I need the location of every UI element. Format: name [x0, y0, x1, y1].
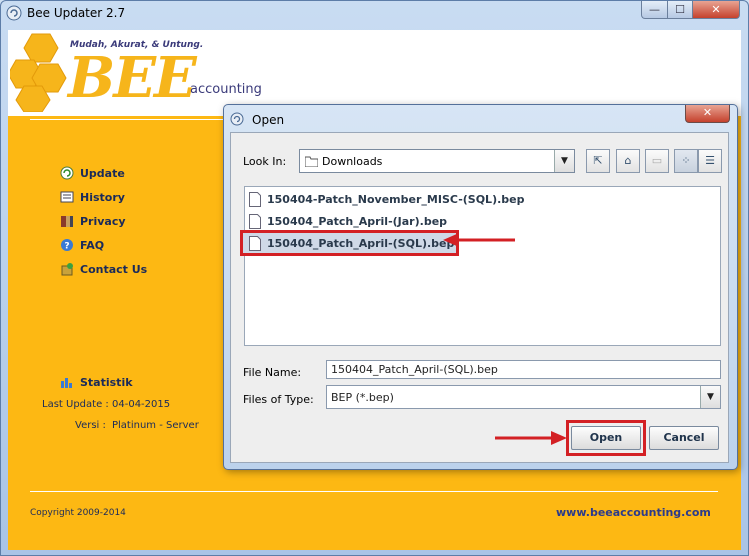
file-name: 150404_Patch_April-(Jar).bep	[267, 214, 448, 228]
nav-label: Contact Us	[80, 262, 148, 276]
nav-label: Update	[80, 166, 125, 180]
list-item[interactable]: 150404_Patch_April-(Jar).bep	[247, 211, 447, 231]
details-view-icon: ☰	[705, 154, 715, 167]
window-title: Bee Updater 2.7	[27, 6, 126, 20]
list-view-icon: ⁘	[681, 154, 691, 167]
dialog-body: Look In: Downloads ▼ ⇱ ⌂ ▭ ⁘ ☰ 150404-Pa…	[230, 132, 729, 463]
last-update-value: 04-04-2015	[112, 399, 171, 410]
chevron-down-icon[interactable]: ▼	[700, 386, 720, 408]
folder-icon	[305, 156, 318, 167]
statistik-label: Statistik	[80, 375, 133, 389]
nav-label: History	[80, 190, 125, 204]
dialog-close-button[interactable]: ✕	[685, 105, 730, 123]
home-button[interactable]: ⌂	[616, 149, 640, 173]
minimize-button[interactable]: —	[641, 1, 668, 19]
new-folder-button[interactable]: ▭	[645, 149, 669, 173]
maximize-button[interactable]: ☐	[667, 1, 693, 19]
file-icon	[249, 213, 261, 229]
up-folder-icon: ⇱	[593, 154, 603, 167]
file-name: 150404_Patch_April-(SQL).bep	[267, 236, 455, 250]
look-in-value: Downloads	[322, 155, 383, 168]
website-link[interactable]: www.beeaccounting.com	[556, 506, 711, 519]
brand-wordmark: BEE	[68, 45, 197, 111]
title-bar[interactable]: Bee Updater 2.7 — ☐ ✕	[1, 1, 748, 25]
copyright: Copyright 2009-2014	[30, 508, 126, 518]
history-icon	[60, 190, 74, 204]
file-icon	[249, 191, 261, 207]
version-value: Platinum - Server	[112, 420, 199, 431]
chevron-down-icon[interactable]: ▼	[554, 150, 574, 172]
home-icon: ⌂	[624, 154, 632, 167]
list-view-button[interactable]: ⁘	[674, 149, 698, 173]
open-dialog: Open ✕ Look In: Downloads ▼ ⇱ ⌂ ▭ ⁘ ☰ 15…	[223, 104, 738, 470]
list-item-selected[interactable]: 150404_Patch_April-(SQL).bep	[239, 230, 460, 256]
sidebar-nav: Update History Privacy ? FAQ Contact Us	[60, 161, 147, 281]
close-button[interactable]: ✕	[692, 1, 740, 19]
app-icon	[6, 5, 22, 21]
honeycomb-logo-icon	[10, 33, 67, 112]
files-of-type-label: Files of Type:	[243, 393, 314, 406]
files-of-type-value: BEP (*.bep)	[331, 391, 394, 404]
contact-icon	[60, 262, 74, 276]
dialog-app-icon	[230, 112, 244, 126]
new-folder-icon: ▭	[651, 154, 663, 167]
open-button[interactable]: Open	[571, 426, 641, 450]
file-name-label: File Name:	[243, 366, 302, 379]
dialog-title: Open	[252, 113, 285, 127]
svg-text:?: ?	[64, 242, 69, 252]
version-label: Versi :	[75, 420, 106, 431]
details-view-button[interactable]: ☰	[698, 149, 722, 173]
red-arrow-right-icon	[495, 431, 567, 445]
nav-label: FAQ	[80, 238, 105, 252]
look-in-select[interactable]: Downloads ▼	[299, 149, 575, 173]
update-icon	[60, 166, 74, 180]
red-arrow-left-icon	[443, 233, 515, 247]
files-of-type-select[interactable]: BEP (*.bep) ▼	[326, 385, 721, 409]
file-name-field[interactable]: 150404_Patch_April-(SQL).bep	[326, 360, 721, 379]
privacy-icon	[60, 214, 74, 228]
nav-item-contact[interactable]: Contact Us	[60, 257, 147, 281]
file-list[interactable]: 150404-Patch_November_MISC-(SQL).bep 150…	[239, 186, 721, 346]
look-in-label: Look In:	[243, 155, 287, 168]
file-icon	[249, 235, 261, 251]
nav-item-update[interactable]: Update	[60, 161, 147, 185]
nav-label: Privacy	[80, 214, 126, 228]
list-item[interactable]: 150404-Patch_November_MISC-(SQL).bep	[247, 189, 524, 209]
cancel-button[interactable]: Cancel	[649, 426, 719, 450]
bar-chart-icon	[60, 375, 74, 389]
up-folder-button[interactable]: ⇱	[586, 149, 610, 173]
brand-subtitle: accounting	[190, 82, 262, 97]
nav-item-faq[interactable]: ? FAQ	[60, 233, 147, 257]
nav-item-privacy[interactable]: Privacy	[60, 209, 147, 233]
footer-divider	[30, 491, 718, 492]
file-name: 150404-Patch_November_MISC-(SQL).bep	[267, 192, 525, 206]
last-update-label: Last Update :	[42, 399, 109, 410]
faq-icon: ?	[60, 238, 74, 252]
statistik-heading: Statistik	[60, 375, 133, 389]
nav-item-history[interactable]: History	[60, 185, 147, 209]
